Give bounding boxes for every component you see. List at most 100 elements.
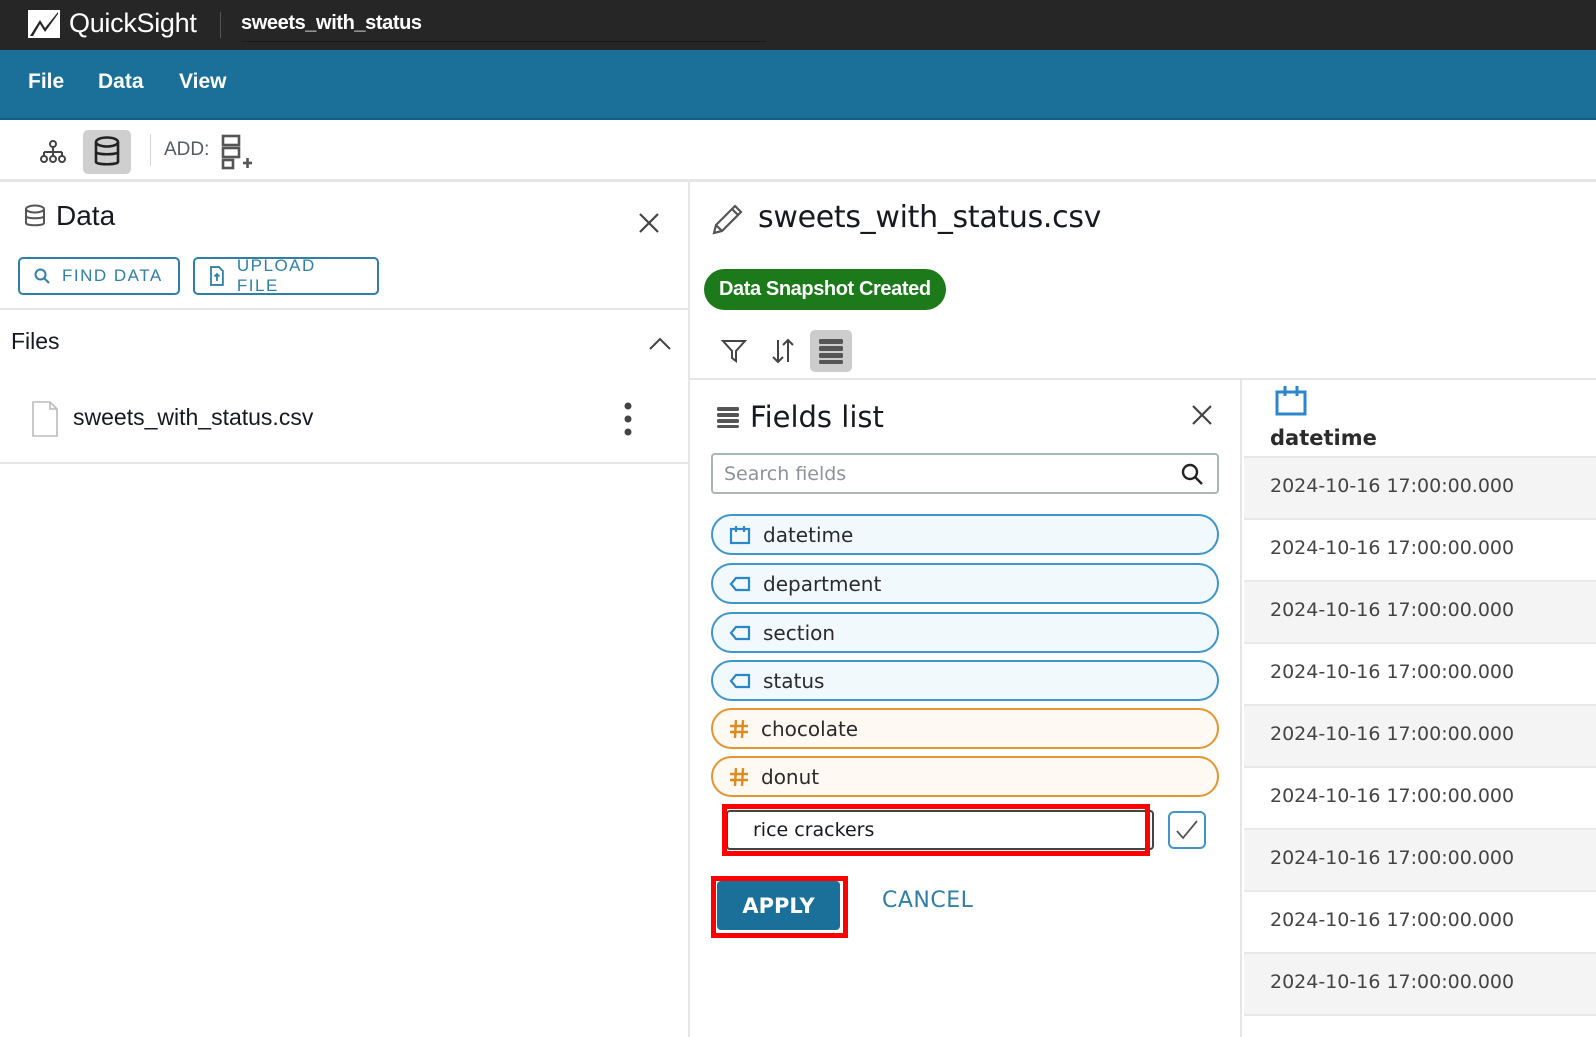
- status-badge: Data Snapshot Created: [704, 269, 946, 310]
- file-icon: [32, 401, 58, 437]
- dataset-title[interactable]: sweets_with_status.csv: [758, 200, 1101, 235]
- field-name: section: [763, 620, 836, 645]
- cancel-button[interactable]: CANCEL: [882, 888, 973, 913]
- field-item-department[interactable]: department: [711, 563, 1219, 604]
- column-header-label: datetime: [1270, 426, 1377, 450]
- field-name: chocolate: [761, 716, 859, 741]
- tag-icon: [729, 673, 751, 688]
- file-name: sweets_with_status.csv: [73, 404, 314, 430]
- sort-icon: [772, 338, 794, 364]
- apply-button-highlight: [711, 876, 848, 938]
- field-name: datetime: [763, 522, 854, 547]
- database-icon: [25, 204, 45, 227]
- table-row[interactable]: 2024-10-16 17:00:00.000: [1244, 458, 1596, 520]
- table-cell: 2024-10-16 17:00:00.000: [1270, 723, 1515, 745]
- fields-list-title: Fields list: [750, 400, 884, 434]
- upload-file-button[interactable]: UPLOAD FILE: [193, 256, 379, 295]
- field-name: department: [763, 571, 882, 596]
- file-list-item[interactable]: sweets_with_status.csv: [0, 387, 688, 463]
- edit-pencil-icon[interactable]: [710, 202, 746, 236]
- upload-file-label: UPLOAD FILE: [236, 256, 316, 295]
- find-data-label: FIND DATA: [62, 266, 163, 285]
- table-cell: 2024-10-16 17:00:00.000: [1270, 537, 1515, 559]
- add-data-button[interactable]: [214, 130, 258, 174]
- filter-icon: [721, 340, 747, 363]
- close-icon: [639, 213, 659, 233]
- chevron-up-icon: [649, 337, 671, 350]
- table-row[interactable]: 2024-10-16 17:00:00.000: [1244, 768, 1596, 830]
- table-cell: 2024-10-16 17:00:00.000: [1270, 909, 1515, 931]
- table-row[interactable]: 2024-10-16 17:00:00.000: [1244, 582, 1596, 644]
- data-view-button[interactable]: [83, 130, 131, 174]
- sort-button[interactable]: [762, 330, 804, 372]
- table-row[interactable]: 2024-10-16 17:00:00.000: [1244, 830, 1596, 892]
- search-button[interactable]: [1181, 463, 1203, 489]
- column-header-datetime[interactable]: datetime: [1244, 380, 1596, 458]
- menu-data[interactable]: Data: [98, 70, 144, 94]
- field-item-donut[interactable]: donut: [711, 756, 1219, 797]
- hierarchy-icon: [40, 140, 66, 163]
- brand-name: QuickSight: [69, 8, 197, 38]
- add-dataset-icon: [221, 134, 252, 170]
- find-data-button[interactable]: FIND DATA: [18, 257, 180, 295]
- fields-list-toggle-button[interactable]: [810, 330, 852, 372]
- analysis-title-input[interactable]: sweets_with_status: [241, 8, 766, 42]
- close-data-panel-button[interactable]: [638, 212, 660, 238]
- table-row[interactable]: 2024-10-16 17:00:00.000: [1244, 706, 1596, 768]
- calendar-icon: [1275, 386, 1307, 416]
- table-cell: 2024-10-16 17:00:00.000: [1270, 475, 1515, 497]
- table-row[interactable]: 2024-10-16 17:00:00.000: [1244, 892, 1596, 954]
- filter-button[interactable]: [713, 330, 755, 372]
- table-row[interactable]: 2024-10-16 17:00:00.000: [1244, 520, 1596, 582]
- confirm-rename-button[interactable]: [1168, 811, 1206, 849]
- fields-list-panel: Fields list datetime department section …: [690, 380, 1242, 1037]
- search-fields-box: [711, 453, 1219, 494]
- brand-divider: [220, 12, 221, 38]
- field-name: donut: [761, 764, 820, 789]
- data-panel: Data FIND DATA UPLOAD FILE Files sweets_…: [0, 182, 690, 1037]
- fields-list-header: Fields list: [716, 400, 884, 434]
- data-panel-divider: [0, 308, 688, 310]
- table-row[interactable]: 2024-10-16 17:00:00.000: [1244, 644, 1596, 706]
- database-icon: [94, 136, 120, 166]
- rename-input-highlight: [722, 804, 1150, 856]
- collapse-files-button[interactable]: [648, 336, 672, 355]
- data-panel-title: Data: [56, 200, 116, 231]
- table-cell: 2024-10-16 17:00:00.000: [1270, 785, 1515, 807]
- checkmark-icon: [1176, 820, 1198, 840]
- menu-bar: File Data View: [0, 50, 1596, 120]
- menu-view[interactable]: View: [179, 70, 226, 94]
- search-fields-input[interactable]: [713, 455, 1173, 492]
- upload-file-icon: [210, 266, 224, 286]
- close-icon: [1192, 405, 1212, 425]
- data-preview-table: datetime 2024-10-16 17:00:00.000 2024-10-…: [1244, 380, 1596, 1037]
- toolbar: ADD:: [0, 120, 1596, 182]
- menu-file[interactable]: File: [28, 70, 64, 94]
- field-name: status: [763, 668, 825, 693]
- table-row[interactable]: 2024-10-16 17:00:00.000: [1244, 954, 1596, 1016]
- search-icon: [34, 268, 50, 284]
- file-options-button[interactable]: [620, 401, 636, 441]
- more-vertical-icon: [624, 402, 632, 436]
- toolbar-divider: [150, 134, 151, 166]
- field-item-section[interactable]: section: [711, 612, 1219, 653]
- search-icon: [1181, 463, 1203, 485]
- field-item-datetime[interactable]: datetime: [711, 514, 1219, 555]
- table-cell: 2024-10-16 17:00:00.000: [1270, 661, 1515, 683]
- tag-icon: [729, 625, 751, 640]
- table-cell: 2024-10-16 17:00:00.000: [1270, 599, 1515, 621]
- files-divider: [0, 462, 688, 464]
- table-cell: 2024-10-16 17:00:00.000: [1270, 971, 1515, 993]
- dataset-hierarchy-button[interactable]: [29, 130, 77, 174]
- field-item-chocolate[interactable]: chocolate: [711, 708, 1219, 749]
- table-cell: 2024-10-16 17:00:00.000: [1270, 847, 1515, 869]
- fields-list-icon: [717, 407, 739, 428]
- hash-icon: [730, 719, 748, 738]
- files-section-label: Files: [11, 328, 60, 354]
- close-fields-list-button[interactable]: [1191, 404, 1213, 430]
- add-label: ADD:: [164, 139, 210, 160]
- title-bar: QuickSight sweets_with_status: [0, 0, 1596, 50]
- field-item-status[interactable]: status: [711, 660, 1219, 701]
- quicksight-logo-icon: [28, 10, 60, 38]
- fields-list-icon: [819, 339, 843, 364]
